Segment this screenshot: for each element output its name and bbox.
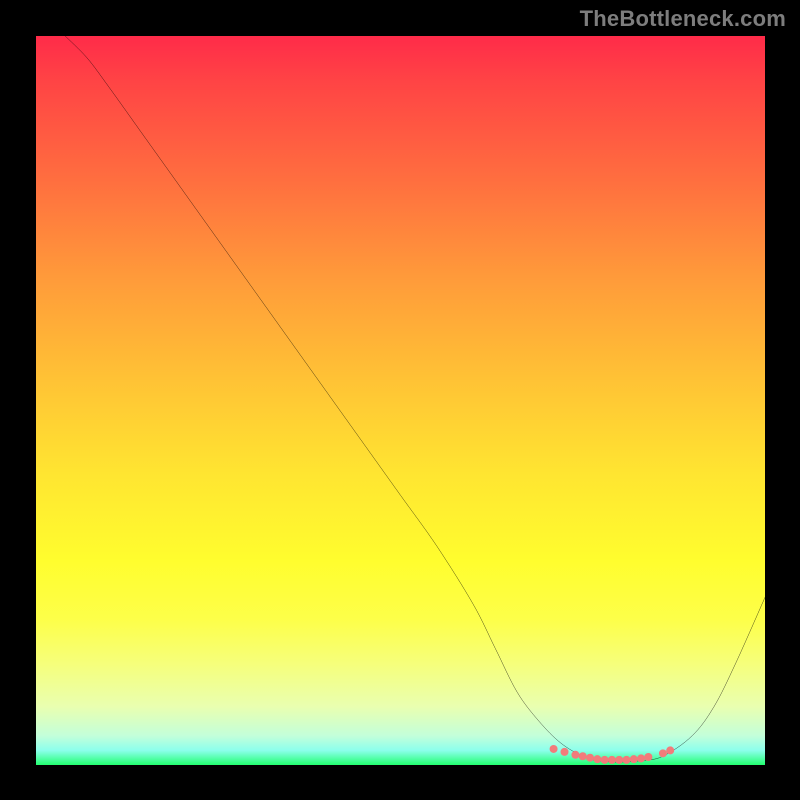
- watermark-text: TheBottleneck.com: [580, 6, 786, 32]
- trough-marker: [586, 753, 594, 761]
- trough-marker: [571, 750, 579, 758]
- trough-marker: [578, 752, 586, 760]
- trough-marker: [644, 752, 652, 760]
- chart-frame: TheBottleneck.com: [0, 0, 800, 800]
- trough-marker: [560, 747, 568, 755]
- trough-marker: [622, 755, 630, 763]
- curve-svg: [36, 36, 765, 765]
- trough-marker: [666, 746, 674, 754]
- bottleneck-curve-path: [65, 36, 765, 762]
- trough-marker-group: [549, 744, 674, 763]
- trough-marker: [658, 749, 666, 757]
- plot-area: [36, 36, 765, 765]
- trough-marker: [615, 755, 623, 763]
- trough-marker: [637, 754, 645, 762]
- trough-marker: [593, 755, 601, 763]
- trough-marker: [629, 755, 637, 763]
- trough-marker: [600, 755, 608, 763]
- trough-marker: [549, 744, 557, 752]
- trough-marker: [607, 755, 615, 763]
